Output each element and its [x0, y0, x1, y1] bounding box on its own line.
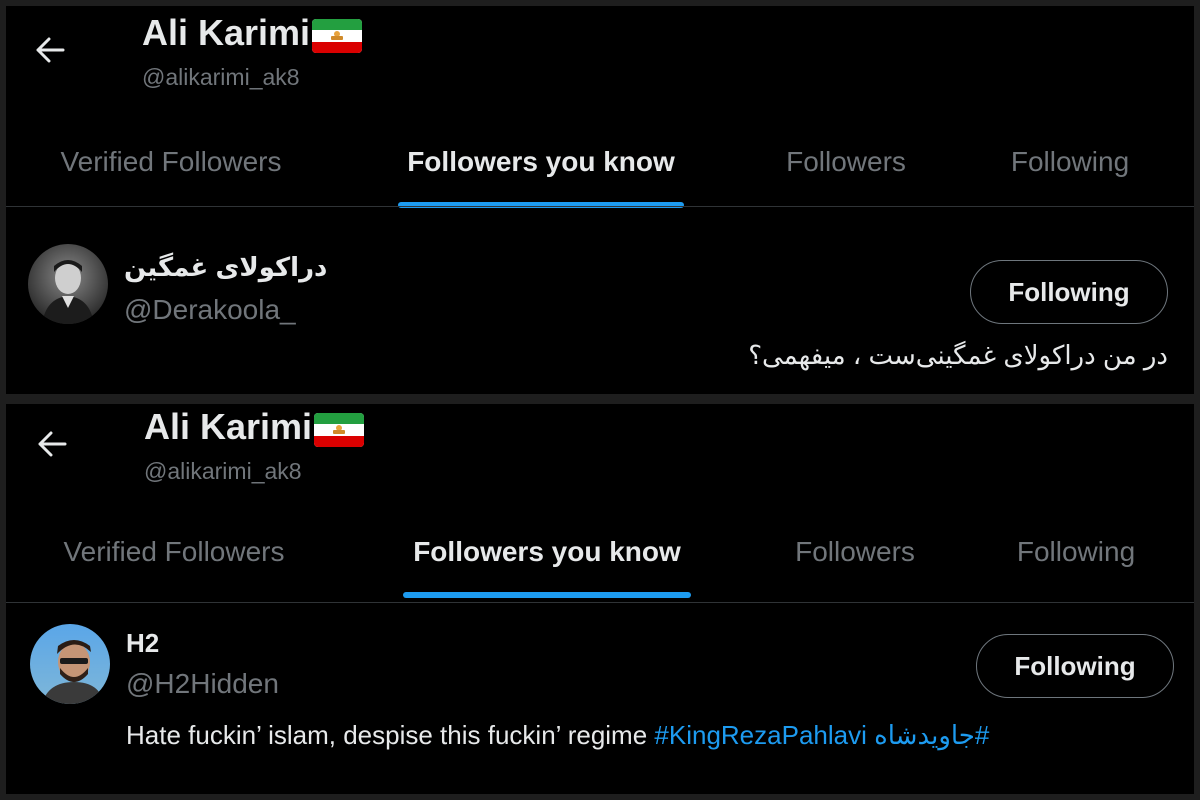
tab-bar: Verified Followers Followers you know Fo… [6, 504, 1194, 600]
user-cell[interactable]: دراکولای غمگین @Derakoola_ Following در … [6, 206, 1194, 394]
following-button[interactable]: Following [976, 634, 1174, 698]
active-tab-indicator [403, 592, 691, 598]
tab-bar: Verified Followers Followers you know Fo… [6, 114, 1194, 210]
following-button[interactable]: Following [970, 260, 1168, 324]
user-display-name[interactable]: H2 [126, 628, 159, 659]
hashtag-link[interactable]: #جاویدشاه [874, 720, 989, 750]
screenshot-panel-top: Ali Karimi @alikarimi_ak8 Verified Follo… [6, 6, 1194, 394]
tab-followers[interactable]: Followers [746, 114, 946, 210]
tab-verified-followers[interactable]: Verified Followers [6, 114, 336, 210]
profile-handle: @alikarimi_ak8 [142, 64, 300, 90]
user-bio: Hate fuckin’ islam, despise this fuckin’… [126, 720, 648, 750]
tab-followers-you-know[interactable]: Followers you know [342, 504, 752, 600]
screenshot-panel-bottom: Ali Karimi @alikarimi_ak8 Verified Follo… [6, 404, 1194, 794]
hashtag-link[interactable]: #KingRezaPahlavi [654, 720, 866, 750]
tab-following[interactable]: Following [946, 114, 1194, 210]
avatar[interactable] [30, 624, 110, 704]
user-handle[interactable]: @H2Hidden [126, 668, 279, 700]
user-cell[interactable]: H2 @H2Hidden Following Hate fuckin’ isla… [6, 602, 1194, 794]
profile-header: Ali Karimi @alikarimi_ak8 [6, 404, 1194, 512]
back-arrow-icon[interactable] [32, 32, 68, 68]
tab-following[interactable]: Following [958, 504, 1194, 600]
avatar[interactable] [28, 244, 108, 324]
user-display-name[interactable]: دراکولای غمگین [124, 252, 327, 283]
user-bio-line: Hate fuckin’ islam, despise this fuckin’… [126, 720, 989, 751]
tab-followers[interactable]: Followers [752, 504, 958, 600]
profile-name: Ali Karimi [144, 406, 313, 447]
back-arrow-icon[interactable] [34, 426, 70, 462]
profile-header: Ali Karimi @alikarimi_ak8 [6, 6, 1194, 114]
tab-verified-followers[interactable]: Verified Followers [6, 504, 342, 600]
user-handle[interactable]: @Derakoola_ [124, 294, 296, 326]
user-bio: در من دراکولای غمگینی‌ست ، میفهمی؟ [748, 340, 1168, 370]
profile-handle: @alikarimi_ak8 [144, 458, 302, 484]
tab-followers-you-know[interactable]: Followers you know [336, 114, 746, 210]
iran-lion-and-sun-flag-icon [314, 413, 365, 447]
profile-name: Ali Karimi [142, 12, 311, 53]
iran-lion-and-sun-flag-icon [312, 19, 363, 53]
